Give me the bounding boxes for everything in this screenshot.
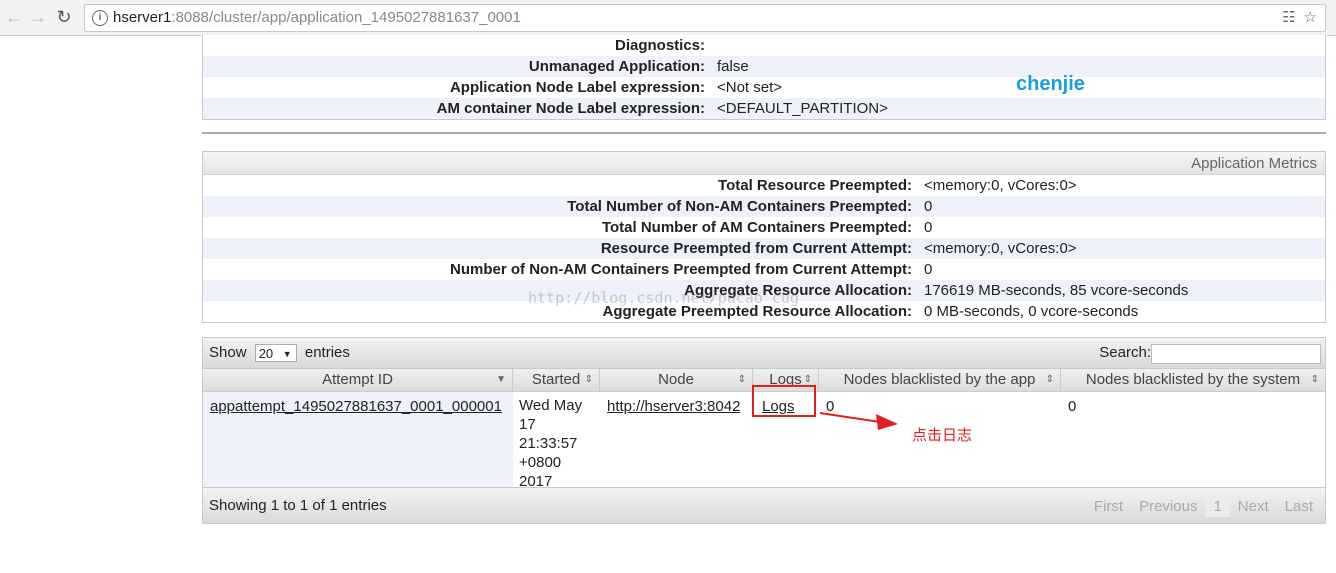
page-size-select[interactable]: 20 ▼ xyxy=(254,344,297,363)
url-text[interactable]: hserver1:8088/cluster/app/application_14… xyxy=(113,9,521,26)
author-watermark: chenjie xyxy=(1016,73,1085,95)
next-page-button[interactable]: Next xyxy=(1230,495,1277,517)
attempts-table: Show 20 ▼ entries Search: Attempt ID ▼ Sta… xyxy=(202,337,1326,524)
search-label: Search: xyxy=(1099,344,1151,361)
browser-toolbar: ← → ↻ i hserver1:8088/cluster/app/applic… xyxy=(0,0,1336,36)
started-cell: Wed May 17 21:33:57 +0800 2017 xyxy=(519,397,583,490)
overview-row-diagnostics: Diagnostics: xyxy=(614,37,705,54)
col-blacklisted-system[interactable]: Nodes blacklisted by the system ⇕ xyxy=(1061,369,1325,391)
entries-label: entries xyxy=(304,344,350,361)
metrics-row: Resource Preempted from Current Attempt:… xyxy=(203,238,1325,259)
annotation-arrow-icon xyxy=(819,412,898,430)
translate-icon[interactable]: ☷ xyxy=(1282,9,1295,26)
col-started[interactable]: Started ⇕ xyxy=(513,369,600,391)
col-attempt-id[interactable]: Attempt ID ▼ xyxy=(203,369,513,391)
metrics-row: Total Number of AM Containers Preempted:… xyxy=(601,219,933,236)
table-info: Showing 1 to 1 of 1 entries xyxy=(209,497,387,514)
table-footer: Showing 1 to 1 of 1 entries First Previo… xyxy=(203,487,1325,523)
metrics-row: Number of Non-AM Containers Preempted fr… xyxy=(450,261,933,278)
last-page-button[interactable]: Last xyxy=(1277,495,1321,517)
back-icon[interactable]: ← xyxy=(4,7,24,27)
metrics-row: Total Number of Non-AM Containers Preemp… xyxy=(203,196,1325,217)
chevron-down-icon: ▼ xyxy=(282,349,292,360)
overview-row-app-node-label: Application Node Label expression: <Not … xyxy=(449,79,783,96)
metrics-header: Application Metrics xyxy=(203,152,1325,175)
reload-icon[interactable]: ↻ xyxy=(54,7,74,27)
sort-icon: ⇕ xyxy=(1045,374,1054,385)
search-input[interactable] xyxy=(1151,344,1321,364)
info-icon[interactable]: i xyxy=(92,10,108,26)
blog-url-watermark: http://blog.csdn.net/pucao_cug xyxy=(528,289,799,307)
forward-icon[interactable]: → xyxy=(28,7,48,27)
col-blacklisted-app[interactable]: Nodes blacklisted by the app ⇕ xyxy=(819,369,1061,391)
node-link[interactable]: http://hserver3:8042 xyxy=(607,398,740,415)
application-overview-panel: Diagnostics: Unmanaged Application: fals… xyxy=(202,35,1326,120)
show-label: Show xyxy=(209,344,247,361)
attempt-id-link[interactable]: appattempt_1495027881637_0001_000001 xyxy=(210,398,502,415)
page-1-button[interactable]: 1 xyxy=(1205,495,1230,517)
logs-highlight-box xyxy=(752,385,816,417)
previous-page-button[interactable]: Previous xyxy=(1131,495,1205,517)
blacklisted-system-cell: 0 xyxy=(1068,398,1077,415)
sort-desc-icon: ▼ xyxy=(496,374,506,385)
bookmark-star-icon[interactable]: ☆ xyxy=(1304,9,1317,26)
col-node[interactable]: Node ⇕ xyxy=(600,369,753,391)
overview-row-unmanaged: Unmanaged Application: false xyxy=(203,56,1325,77)
sort-icon: ⇕ xyxy=(1310,374,1319,385)
first-page-button[interactable]: First xyxy=(1086,495,1131,517)
table-toolbar: Show 20 ▼ entries Search: xyxy=(203,338,1325,369)
section-divider xyxy=(202,132,1326,134)
metrics-row: Total Resource Preempted: <memory:0, vCor… xyxy=(718,177,1077,194)
sort-icon: ⇕ xyxy=(584,374,593,385)
metrics-title: Application Metrics xyxy=(1191,155,1317,172)
address-bar[interactable]: i hserver1:8088/cluster/app/application_… xyxy=(84,4,1326,32)
sort-icon: ⇕ xyxy=(737,374,746,385)
annotation-text: 点击日志 xyxy=(912,427,973,444)
pagination: First Previous 1 Next Last xyxy=(1086,495,1321,517)
overview-row-am-node-label: AM container Node Label expression: <DEF… xyxy=(203,98,1325,119)
